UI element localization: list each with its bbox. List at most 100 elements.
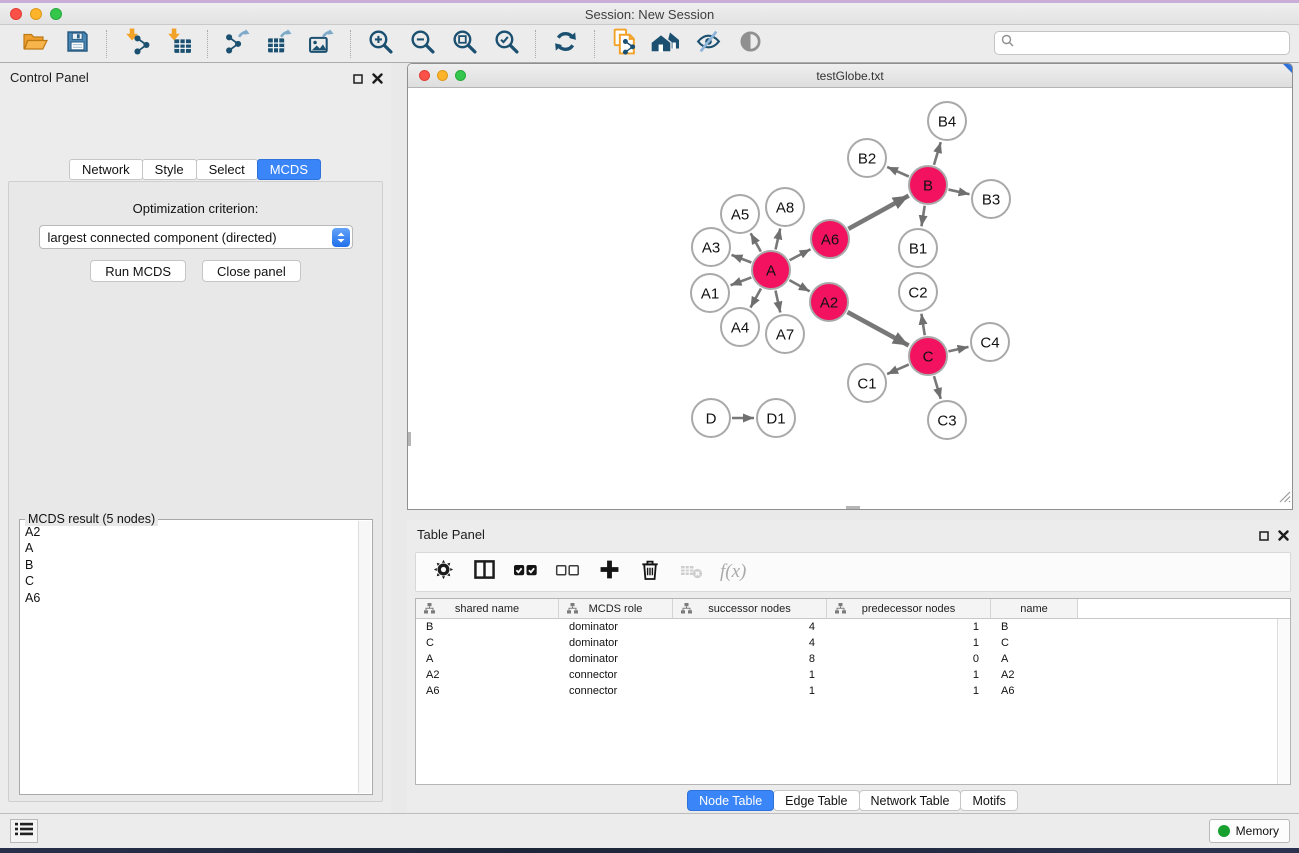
home-button[interactable] (649, 29, 683, 59)
column-header-name[interactable]: name (991, 599, 1078, 618)
float-panel-icon[interactable] (353, 71, 363, 89)
network-canvas[interactable]: A A1 A2 A3 A4 A5 A6 A7 A8 B B1 B2 B3 B4 C C1 C2 C3 C4 D D1 (408, 89, 1292, 509)
node-A7[interactable]: A7 (766, 315, 804, 353)
node-A2[interactable]: A2 (810, 283, 848, 321)
node-C3[interactable]: C3 (928, 401, 966, 439)
edge-A-A7[interactable] (775, 291, 780, 313)
split-view-button[interactable] (472, 559, 496, 585)
column-header-shared-name[interactable]: shared name (416, 599, 559, 618)
close-panel-button[interactable]: Close panel (202, 260, 301, 282)
deselect-all-button[interactable] (555, 560, 580, 585)
tab-mcds[interactable]: MCDS (257, 159, 321, 180)
vertical-scroll-indicator[interactable] (408, 432, 411, 446)
edge-B-B1[interactable] (921, 206, 924, 227)
column-header-mcds-role[interactable]: MCDS role (559, 599, 673, 618)
node-A4[interactable]: A4 (721, 308, 759, 346)
edge-A-A2[interactable] (789, 280, 809, 291)
close-panel-icon[interactable] (1278, 528, 1289, 546)
edge-A2-C[interactable] (847, 312, 908, 345)
mcds-result-scrollbar[interactable] (358, 521, 371, 793)
node-A3[interactable]: A3 (692, 228, 730, 266)
table-row[interactable]: Bdominator41B (416, 619, 1290, 635)
resize-grip-icon[interactable] (1278, 490, 1291, 508)
table-row[interactable]: Adominator80A (416, 651, 1290, 667)
table-row[interactable]: Cdominator41C (416, 635, 1290, 651)
export-network-button[interactable] (220, 29, 254, 59)
import-table-button[interactable] (161, 29, 195, 59)
close-panel-icon[interactable] (372, 71, 383, 89)
table-scrollbar[interactable] (1277, 619, 1290, 784)
tab-edge-table[interactable]: Edge Table (773, 790, 859, 811)
eye-button[interactable] (733, 29, 767, 59)
column-header-predecessor-nodes[interactable]: predecessor nodes (827, 599, 991, 618)
window-resize-corner[interactable] (1283, 64, 1292, 73)
zoom-selected-button[interactable] (489, 29, 523, 59)
edge-B-B4[interactable] (934, 142, 941, 165)
node-B[interactable]: B (909, 166, 947, 204)
criterion-value: largest connected component (directed) (48, 230, 277, 245)
import-network-button[interactable] (119, 29, 153, 59)
node-B3[interactable]: B3 (972, 180, 1010, 218)
edge-A-A5[interactable] (751, 233, 761, 251)
tab-select[interactable]: Select (196, 159, 258, 180)
edge-B-B2[interactable] (887, 167, 909, 177)
node-D1[interactable]: D1 (757, 399, 795, 437)
refresh-button[interactable] (548, 29, 582, 59)
edge-B-B3[interactable] (948, 190, 969, 195)
node-C4[interactable]: C4 (971, 323, 1009, 361)
node-B2[interactable]: B2 (848, 139, 886, 177)
edge-C-C1[interactable] (887, 364, 909, 374)
optimization-criterion-select[interactable]: largest connected component (directed) (39, 225, 353, 249)
select-all-button[interactable] (513, 560, 538, 585)
node-C1[interactable]: C1 (848, 364, 886, 402)
tab-network[interactable]: Network (69, 159, 143, 180)
edge-A-A3[interactable] (732, 255, 752, 263)
node-A6[interactable]: A6 (811, 220, 849, 258)
zoom-fit-button[interactable] (447, 29, 481, 59)
save-button[interactable] (60, 29, 94, 59)
search-input[interactable] (1018, 34, 1289, 52)
memory-button[interactable]: Memory (1209, 819, 1290, 843)
edge-C-C2[interactable] (921, 314, 924, 336)
search-box[interactable] (994, 31, 1290, 55)
node-A8[interactable]: A8 (766, 188, 804, 226)
zoom-in-button[interactable] (363, 29, 397, 59)
clone-network-button[interactable] (607, 29, 641, 59)
edge-A-A8[interactable] (776, 228, 781, 249)
settings-button[interactable] (431, 558, 455, 586)
hide-panels-button[interactable] (691, 29, 725, 59)
export-table-button[interactable] (262, 29, 296, 59)
delete-column-button[interactable] (638, 558, 662, 586)
float-panel-icon[interactable] (1259, 528, 1269, 546)
table-row[interactable]: A2connector11A2 (416, 667, 1290, 683)
node-A1[interactable]: A1 (691, 274, 729, 312)
cell-predecessor-nodes: 1 (827, 621, 991, 633)
column-header-successor-nodes[interactable]: successor nodes (673, 599, 827, 618)
tab-network-table[interactable]: Network Table (859, 790, 962, 811)
tab-motifs[interactable]: Motifs (960, 790, 1017, 811)
tab-style[interactable]: Style (142, 159, 197, 180)
node-A5[interactable]: A5 (721, 195, 759, 233)
node-C2[interactable]: C2 (899, 273, 937, 311)
edge-A-A4[interactable] (751, 288, 761, 307)
node-label: C4 (980, 334, 999, 351)
horizontal-scroll-indicator[interactable] (846, 506, 860, 509)
table-row[interactable]: A6connector11A6 (416, 683, 1290, 699)
node-C[interactable]: C (909, 337, 947, 375)
add-column-button[interactable] (597, 559, 621, 585)
zoom-out-button[interactable] (405, 29, 439, 59)
run-mcds-button[interactable]: Run MCDS (90, 260, 186, 282)
node-D[interactable]: D (692, 399, 730, 437)
node-B4[interactable]: B4 (928, 102, 966, 140)
edge-A-A6[interactable] (790, 249, 811, 260)
node-A[interactable]: A (752, 251, 790, 289)
open-folder-button[interactable] (18, 29, 52, 59)
task-history-button[interactable] (10, 819, 38, 843)
tab-node-table[interactable]: Node Table (687, 790, 774, 811)
edge-C-C3[interactable] (934, 376, 941, 399)
edge-A6-B[interactable] (848, 196, 908, 229)
edge-A-A1[interactable] (731, 277, 752, 285)
export-image-button[interactable] (304, 29, 338, 59)
node-B1[interactable]: B1 (899, 229, 937, 267)
edge-C-C4[interactable] (948, 347, 968, 352)
